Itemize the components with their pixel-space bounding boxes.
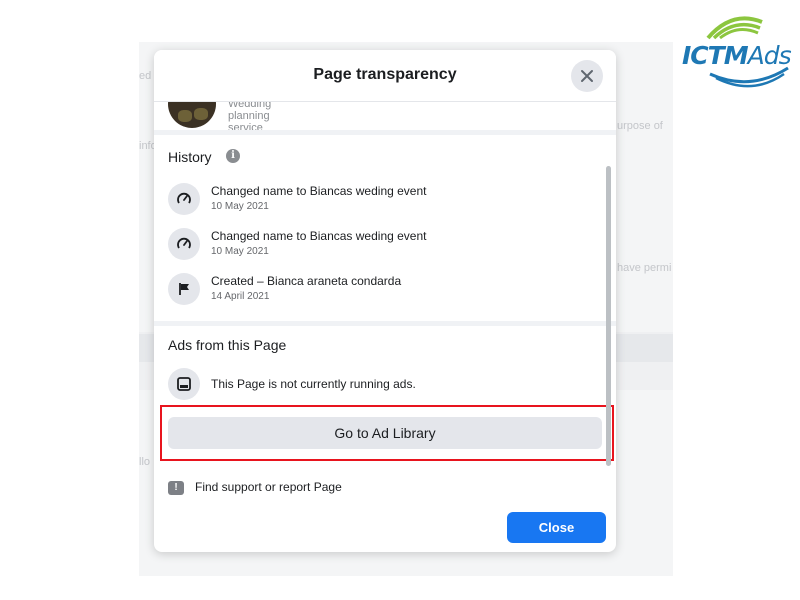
background-text: llo xyxy=(139,456,151,468)
history-item-text: Created – Bianca araneta condarda xyxy=(211,274,402,288)
page-transparency-dialog: Page transparency Wedding planning servi… xyxy=(154,50,616,552)
ads-status-text: This Page is not currently running ads. xyxy=(211,377,416,391)
ictm-ads-logo: ICTMAds xyxy=(680,8,798,98)
close-icon-button[interactable] xyxy=(571,60,603,92)
scrollbar[interactable] xyxy=(606,166,611,466)
flag-icon xyxy=(168,273,200,305)
logo-brand-ads: Ads xyxy=(747,41,792,70)
history-item-text: Changed name to Biancas weding event xyxy=(211,184,427,198)
name-change-icon xyxy=(168,183,200,215)
dialog-header: Page transparency xyxy=(154,50,616,102)
background-text: ed xyxy=(139,70,152,82)
background-text: have permi xyxy=(617,262,672,274)
ad-library-icon xyxy=(168,368,200,400)
info-icon[interactable]: i xyxy=(226,149,240,163)
close-button[interactable]: Close xyxy=(507,512,606,543)
section-divider xyxy=(154,130,616,135)
background-text: urpose of xyxy=(617,120,663,132)
history-item: Changed name to Biancas weding event 10 … xyxy=(168,183,588,223)
report-icon: ! xyxy=(168,481,184,495)
history-item-date: 14 April 2021 xyxy=(211,291,270,302)
close-icon xyxy=(581,70,593,82)
history-item-date: 10 May 2021 xyxy=(211,201,269,212)
dialog-scroll-area[interactable]: Wedding planning service History i Chang… xyxy=(154,102,616,472)
history-item: Created – Bianca araneta condarda 14 Apr… xyxy=(168,273,588,313)
report-label: Find support or report Page xyxy=(195,480,342,494)
history-item-text: Changed name to Biancas weding event xyxy=(211,229,427,243)
logo-text: ICTMAds xyxy=(682,41,792,70)
history-item: Changed name to Biancas weding event 10 … xyxy=(168,228,588,268)
dialog-title: Page transparency xyxy=(313,66,457,83)
logo-brand-ictm: ICTM xyxy=(682,41,749,70)
name-change-icon xyxy=(168,228,200,260)
ads-section-title: Ads from this Page xyxy=(168,337,287,353)
history-title: History xyxy=(168,149,212,165)
section-divider xyxy=(154,321,616,326)
highlight-box xyxy=(160,405,614,461)
page-avatar xyxy=(168,102,216,128)
history-item-date: 10 May 2021 xyxy=(211,246,269,257)
ads-status-row: This Page is not currently running ads. xyxy=(168,368,588,400)
screen: ICTMAds ed info urpose of have permi llo… xyxy=(0,0,800,600)
